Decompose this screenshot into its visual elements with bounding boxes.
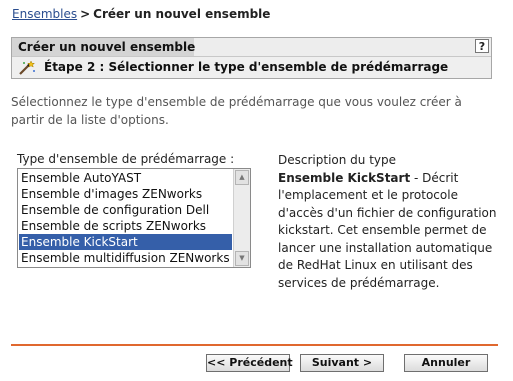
type-description: Description du type Ensemble KickStart -…: [278, 152, 503, 292]
help-button[interactable]: ?: [475, 39, 489, 53]
intro-text: Sélectionnez le type d'ensemble de prédé…: [11, 95, 462, 127]
list-option[interactable]: Ensemble multidiffusion ZENworks: [19, 250, 232, 266]
previous-button[interactable]: << Précédent: [206, 354, 293, 372]
next-button[interactable]: Suivant >: [300, 354, 384, 372]
panel-header: Créer un nouvel ensemble ?: [12, 38, 491, 56]
list-option[interactable]: Ensemble AutoYAST: [19, 170, 232, 186]
list-option[interactable]: Ensemble d'images ZENworks: [19, 186, 232, 202]
panel-title: Créer un nouvel ensemble: [18, 40, 196, 54]
listbox-scrollbar[interactable]: ▲ ▼: [233, 169, 250, 267]
wizard-step-title: Étape 2 : Sélectionner le type d'ensembl…: [44, 60, 449, 74]
list-option[interactable]: Ensemble de configuration Dell: [19, 202, 232, 218]
breadcrumb-link-ensembles[interactable]: Ensembles: [12, 7, 77, 21]
list-option[interactable]: Ensemble de scripts ZENworks: [19, 218, 232, 234]
scroll-up-icon[interactable]: ▲: [235, 170, 249, 185]
bundle-type-label: Type d'ensemble de prédémarrage :: [17, 152, 235, 166]
panel-header-notch: [194, 38, 491, 56]
description-bundle-name: Ensemble KickStart: [278, 170, 411, 185]
footer-divider: [11, 344, 498, 346]
breadcrumb: Ensembles > Créer un nouvel ensemble: [12, 7, 270, 21]
list-option-selected[interactable]: Ensemble KickStart: [19, 234, 232, 250]
wizard-wand-icon: [19, 60, 36, 75]
wizard-panel: Créer un nouvel ensemble ? Étape 2 : Sél…: [11, 37, 492, 79]
description-heading: Description du type: [278, 153, 397, 167]
listbox-options: Ensemble AutoYAST Ensemble d'images ZENw…: [19, 170, 232, 266]
scroll-down-icon[interactable]: ▼: [235, 251, 249, 266]
breadcrumb-separator: >: [80, 7, 91, 21]
cancel-button[interactable]: Annuler: [404, 354, 488, 372]
description-text: - Décrit l'emplacement et le protocole d…: [278, 170, 497, 290]
breadcrumb-current: Créer un nouvel ensemble: [93, 7, 271, 21]
wizard-step-bar: Étape 2 : Sélectionner le type d'ensembl…: [12, 56, 491, 78]
bundle-type-listbox[interactable]: Ensemble AutoYAST Ensemble d'images ZENw…: [17, 168, 251, 268]
